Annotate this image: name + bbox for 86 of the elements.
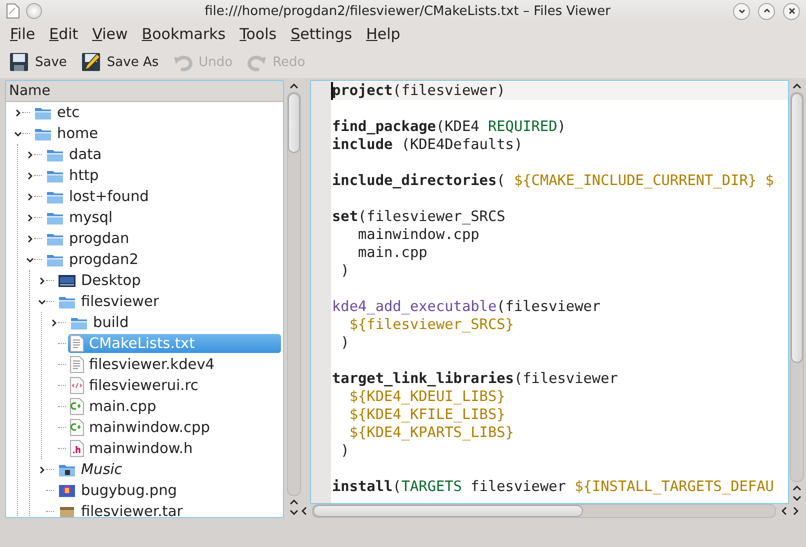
menu-item[interactable]: Bookmarks	[134, 25, 233, 43]
scrollbar-thumb[interactable]	[288, 93, 300, 153]
tree-item[interactable]: build	[68, 313, 133, 332]
scroll-right-icon[interactable]	[792, 506, 800, 516]
code-editor[interactable]	[310, 80, 789, 504]
code-line: ${filesviewer_SRCS}	[348, 317, 514, 333]
folder-icon	[58, 462, 76, 476]
scroll-up-icon[interactable]	[289, 498, 299, 506]
folder-icon	[46, 252, 64, 266]
folder-icon	[34, 106, 52, 120]
tree-item[interactable]: mainwindow.cpp	[68, 418, 214, 437]
scroll-left-icon[interactable]	[300, 506, 308, 516]
folder-icon	[46, 210, 64, 224]
folder-icon	[34, 126, 52, 140]
scroll-left-icon[interactable]	[780, 506, 788, 516]
text-file-icon	[70, 356, 84, 373]
menu-item[interactable]: File	[3, 25, 42, 43]
tree-item[interactable]: filesviewerui.rc	[68, 376, 202, 395]
markup-file-icon	[70, 377, 84, 394]
code-line: set(filesviewer_SRCS	[332, 209, 506, 225]
scroll-down-icon[interactable]	[289, 508, 299, 516]
tree-item[interactable]: progdan	[44, 229, 134, 248]
menu-item[interactable]: Edit	[42, 25, 86, 43]
tree-item[interactable]: filesviewer	[56, 292, 163, 311]
maximize-button[interactable]	[758, 2, 775, 20]
tree-item[interactable]: Music	[56, 460, 126, 479]
code-line: project(filesviewer)	[332, 83, 506, 99]
tree-item[interactable]: bugybug.png	[56, 481, 181, 500]
menu-item[interactable]: View	[85, 25, 135, 43]
code-line: ${KDE4_KPARTS_LIBS}	[348, 425, 514, 441]
scroll-up-icon[interactable]	[792, 484, 802, 492]
code-line: )	[340, 263, 350, 279]
scroll-up-icon[interactable]	[289, 82, 299, 90]
image-file-icon	[58, 484, 76, 498]
menu-item[interactable]: Settings	[284, 25, 360, 43]
document-icon	[6, 3, 20, 19]
tree-item[interactable]: data	[44, 145, 106, 164]
folder-icon	[46, 168, 64, 182]
close-button[interactable]	[783, 2, 800, 20]
column-header[interactable]: Name	[6, 81, 283, 102]
toolbar-button[interactable]: Save	[6, 50, 70, 74]
scroll-up-icon[interactable]	[792, 82, 802, 90]
code-line: target_link_libraries(filesviewer	[332, 371, 618, 387]
code-line: find_package(KDE4 REQUIRED)	[332, 119, 566, 135]
code-line: ${KDE4_KFILE_LIBS}	[348, 407, 506, 423]
archive-icon	[58, 504, 76, 517]
tree-item[interactable]: filesviewer.kdev4	[68, 355, 219, 374]
code-line: )	[340, 335, 350, 351]
minimize-button[interactable]	[733, 2, 750, 20]
tree-item[interactable]: http	[44, 166, 103, 185]
close-icon	[786, 6, 796, 16]
folder-icon	[58, 294, 76, 308]
code-line: main.cpp	[356, 245, 428, 261]
tree-item[interactable]: progdan2	[44, 250, 142, 269]
folder-icon	[46, 148, 64, 162]
window-title: file:///home/progdan2/filesviewer/CMakeLists.txt – Files Viewer	[204, 4, 612, 18]
tree-item[interactable]: mysql	[44, 208, 116, 227]
scroll-down-icon[interactable]	[792, 494, 802, 502]
toolbar-button[interactable]: Save As	[78, 50, 162, 74]
folder-icon	[46, 190, 64, 204]
tree-item[interactable]: lost+found	[44, 187, 153, 206]
cpp-file-icon	[70, 419, 84, 436]
text-file-icon	[70, 335, 84, 352]
monitor-icon	[58, 274, 76, 288]
tree-item[interactable]: etc	[32, 103, 84, 122]
menu-item[interactable]: Tools	[232, 25, 284, 43]
code-line: mainwindow.cpp	[356, 227, 480, 243]
code-line: )	[340, 443, 350, 459]
scrollbar-thumb[interactable]	[791, 93, 803, 363]
header-file-icon	[70, 440, 84, 457]
tree-item[interactable]: Desktop	[56, 271, 145, 290]
code-line: include (KDE4Defaults)	[332, 137, 523, 153]
tree-item[interactable]: filesviewer.tar	[56, 502, 187, 517]
code-line: ${KDE4_KDEUI_LIBS}	[348, 389, 506, 405]
code-line: install(TARGETS filesviewer ${INSTALL_TARGETS_DEFAU	[332, 479, 774, 495]
tree-item[interactable]: mainwindow.h	[68, 439, 197, 458]
folder-icon	[46, 232, 64, 246]
code-line: include_directories( ${CMAKE_INCLUDE_CURRENT_DIR} $	[332, 173, 774, 189]
code-line: kde4_add_executable(filesviewer	[332, 299, 601, 315]
scrollbar-thumb[interactable]	[313, 505, 583, 517]
tree-item[interactable]: main.cpp	[68, 397, 160, 416]
tree-item[interactable]: home	[32, 124, 102, 143]
cpp-file-icon	[70, 398, 84, 415]
folder-icon	[70, 316, 88, 330]
floppy-pencil-icon	[80, 52, 101, 72]
menu-item[interactable]: Help	[359, 25, 408, 43]
